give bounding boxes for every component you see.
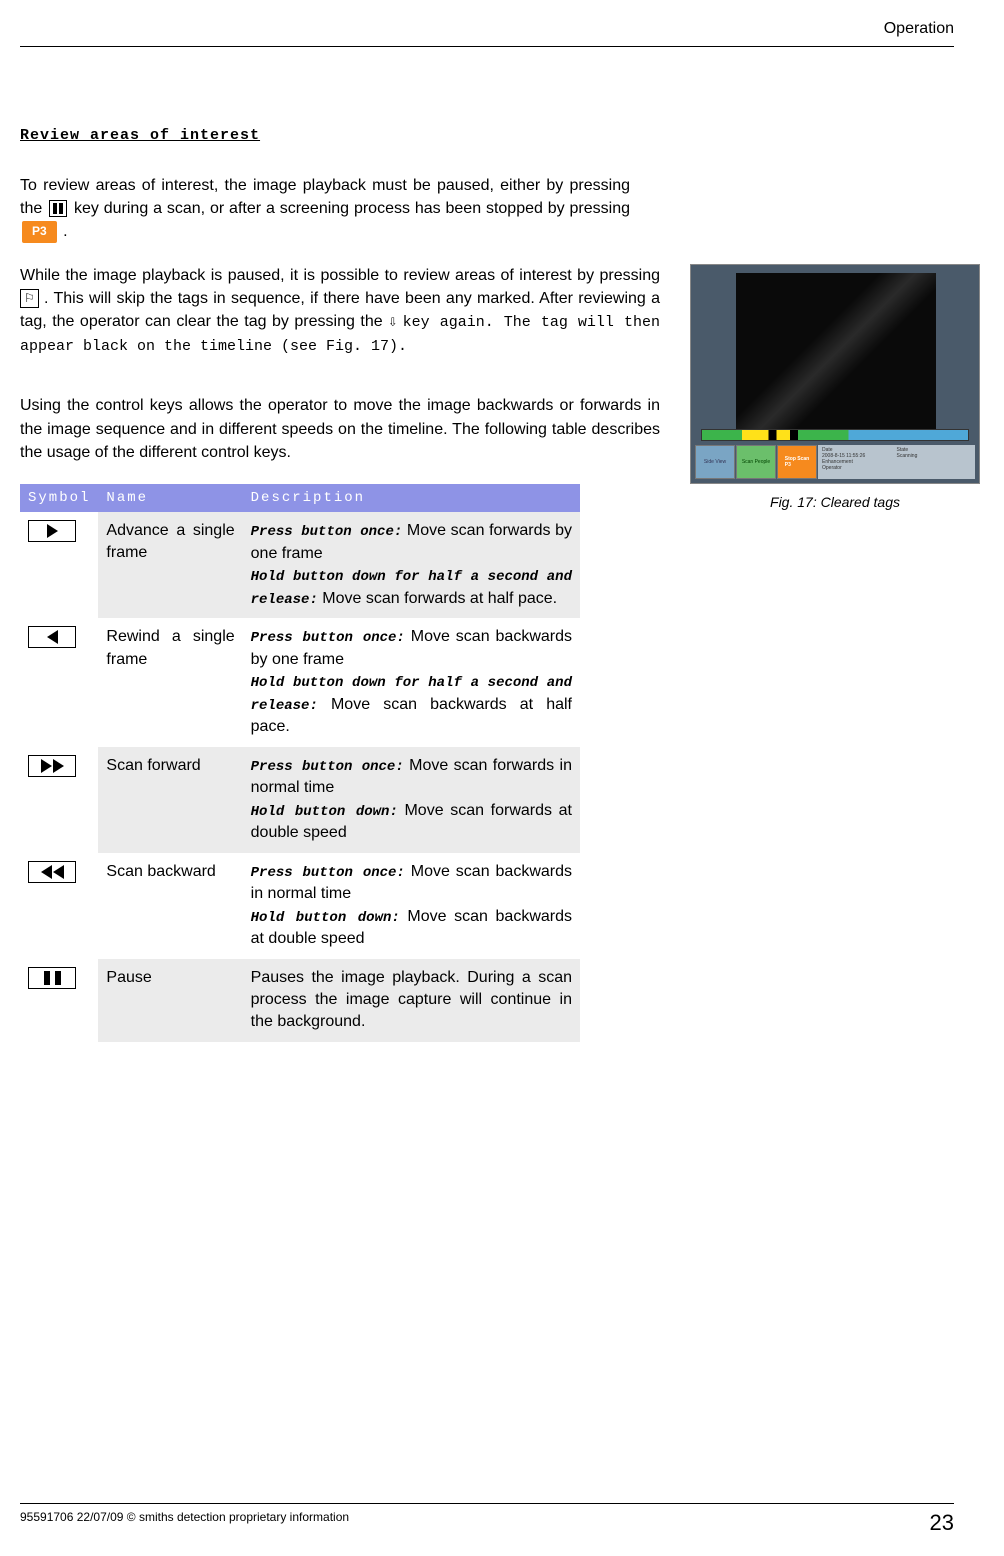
- section-label: Operation: [884, 20, 954, 37]
- footer-left: 95591706 22/07/09 © smiths detection pro…: [20, 1510, 349, 1536]
- para1-text-b: key during a scan, or after a screening …: [74, 200, 630, 217]
- row-name: Scan forward: [98, 747, 242, 853]
- para1-text-c: .: [63, 223, 67, 240]
- section-title: Review areas of interest: [20, 127, 954, 144]
- figure-image: Side View Scan People Stop Scan P3 Date …: [690, 264, 980, 484]
- para2-text-a: While the image playback is paused, it i…: [20, 267, 660, 284]
- row-name: Pause: [98, 959, 242, 1042]
- row-desc: Press button once: Move scan backwards i…: [243, 853, 580, 959]
- side-view-button: Side View: [695, 445, 735, 479]
- pause-icon: [49, 200, 67, 217]
- down-arrow-icon: ⇩: [388, 314, 397, 331]
- status-row: Side View Scan People Stop Scan P3 Date …: [695, 445, 975, 479]
- table-row: Advance a single frame Press button once…: [20, 512, 580, 618]
- paragraph-3: Using the control keys allows the operat…: [20, 394, 660, 464]
- control-keys-table: Symbol Name Description Advance a single…: [20, 484, 580, 1042]
- row-desc: Pauses the image playback. During a scan…: [243, 959, 580, 1042]
- advance-frame-icon: [28, 520, 76, 542]
- row-name: Advance a single frame: [98, 512, 242, 618]
- paragraph-1: To review areas of interest, the image p…: [20, 174, 630, 244]
- stop-scan-button: Stop Scan P3: [777, 445, 817, 479]
- content-area: To review areas of interest, the image p…: [20, 174, 954, 1042]
- col-name: Name: [98, 484, 242, 512]
- page-number: 23: [930, 1510, 954, 1536]
- pause-symbol-icon: [28, 967, 76, 989]
- status-info: Date 2008-8-15 11:55:26 Enhancement Oper…: [818, 445, 975, 479]
- col-symbol: Symbol: [20, 484, 98, 512]
- scan-forward-icon: [28, 755, 76, 777]
- row-desc: Press button once: Move scan forwards by…: [243, 512, 580, 618]
- row-desc: Press button once: Move scan backwards b…: [243, 618, 580, 747]
- scan-backward-icon: [28, 861, 76, 883]
- paragraph-2: While the image playback is paused, it i…: [20, 264, 660, 358]
- table-row: Scan forward Press button once: Move sca…: [20, 747, 580, 853]
- page-footer: 95591706 22/07/09 © smiths detection pro…: [20, 1503, 954, 1536]
- left-column: To review areas of interest, the image p…: [20, 174, 660, 1042]
- row-desc: Press button once: Move scan forwards in…: [243, 747, 580, 853]
- row-name: Scan backward: [98, 853, 242, 959]
- scan-image-area: [736, 273, 936, 433]
- table-row: Rewind a single frame Press button once:…: [20, 618, 580, 747]
- row-name: Rewind a single frame: [98, 618, 242, 747]
- p3-button-icon: P3: [22, 221, 57, 242]
- table-row: Pause Pauses the image playback. During …: [20, 959, 580, 1042]
- header-section: Operation: [20, 20, 954, 47]
- right-column: Side View Scan People Stop Scan P3 Date …: [690, 174, 980, 1042]
- timeline-bar: [701, 429, 969, 441]
- table-row: Scan backward Press button once: Move sc…: [20, 853, 580, 959]
- figure-17: Side View Scan People Stop Scan P3 Date …: [690, 264, 980, 510]
- figure-caption: Fig. 17: Cleared tags: [690, 494, 980, 510]
- scan-people-button: Scan People: [736, 445, 776, 479]
- rewind-frame-icon: [28, 626, 76, 648]
- flag-icon: ⚐: [20, 289, 39, 308]
- col-description: Description: [243, 484, 580, 512]
